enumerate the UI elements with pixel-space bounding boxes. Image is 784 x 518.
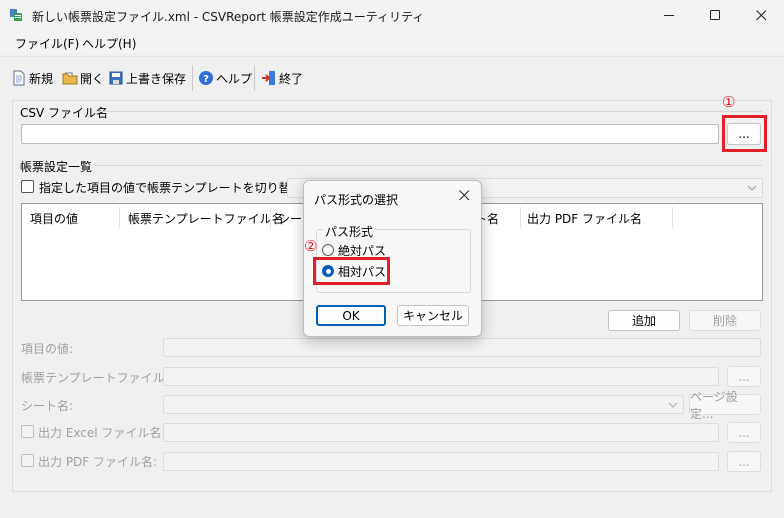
window-title: 新しい帳票設定ファイル.xml - CSVReport 帳票設定作成ユーティリテ… [32, 10, 425, 24]
title-bar: 新しい帳票設定ファイル.xml - CSVReport 帳票設定作成ユーティリテ… [0, 0, 784, 30]
new-document-icon [13, 70, 25, 86]
minimize-icon [663, 14, 674, 16]
column-header-item-value[interactable]: 項目の値 [30, 210, 78, 227]
column-separator[interactable] [672, 207, 673, 229]
pdf-browse-button[interactable]: ... [727, 451, 761, 472]
annotation-box-step1 [722, 115, 767, 152]
maximize-button[interactable] [692, 0, 738, 30]
sheet-label: シート名: [21, 399, 74, 413]
excel-browse-button[interactable]: ... [727, 422, 761, 443]
add-button[interactable]: 追加 [608, 310, 680, 331]
close-button[interactable] [738, 0, 784, 30]
dialog-close-button[interactable] [459, 187, 470, 205]
help-label: ヘルプ [216, 71, 253, 86]
menu-help[interactable]: ヘルプ(H) [82, 35, 136, 52]
csv-file-input[interactable] [21, 124, 719, 144]
template-browse-button[interactable]: ... [727, 366, 761, 387]
sheet-select[interactable] [163, 395, 684, 414]
column-header-pdf[interactable]: 出力 PDF ファイル名 [527, 210, 642, 227]
close-icon [755, 9, 766, 20]
menu-file[interactable]: ファイル(F) [15, 35, 79, 52]
chevron-down-icon [747, 185, 757, 191]
pdf-output-input[interactable] [163, 452, 719, 471]
column-header-template[interactable]: 帳票テンプレートファイル名 [128, 210, 284, 227]
annotation-step1: ① [722, 93, 736, 111]
svg-text:?: ? [203, 74, 209, 85]
toolbar-separator [192, 65, 193, 91]
annotation-box-step2 [313, 257, 390, 285]
report-group-label: 帳票設定一覧 [20, 160, 93, 174]
new-label: 新規 [29, 71, 54, 86]
switch-template-checkbox[interactable] [21, 180, 34, 193]
report-group-line [96, 165, 762, 166]
excel-output-input[interactable] [163, 423, 719, 442]
switch-template-label: 指定した項目の値で帳票テンプレートを切り替える: [39, 181, 319, 195]
column-header-sheet[interactable]: シー [278, 210, 302, 227]
close-icon [459, 190, 470, 201]
toolbar: 新規 開く 上書き保存 ? ヘルプ 終了 [0, 56, 784, 96]
save-label: 上書き保存 [126, 71, 187, 86]
help-icon: ? [199, 71, 213, 85]
template-input[interactable] [163, 367, 719, 386]
open-folder-icon [62, 72, 78, 85]
app-icon [10, 9, 22, 21]
pdf-output-label: 出力 PDF ファイル名: [38, 455, 158, 469]
maximize-icon [709, 9, 720, 20]
item-value-input[interactable] [163, 338, 761, 357]
csv-group-label: CSV ファイル名 [20, 106, 109, 120]
pdf-output-checkbox[interactable] [21, 454, 34, 467]
template-label: 帳票テンプレートファイル名: [21, 371, 181, 385]
open-label: 開く [80, 71, 105, 86]
exit-label: 終了 [279, 71, 304, 86]
path-format-group-label: パス形式 [323, 223, 376, 240]
column-separator[interactable] [119, 207, 120, 229]
page-setup-button[interactable]: ページ設定... [689, 390, 761, 421]
absolute-path-radio[interactable] [322, 244, 334, 256]
dialog-title: パス形式の選択 [314, 193, 399, 207]
column-separator[interactable] [270, 207, 271, 229]
annotation-step2: ② [304, 237, 318, 255]
excel-output-label: 出力 Excel ファイル名: [38, 426, 166, 440]
save-button[interactable]: 上書き保存 [108, 69, 186, 87]
help-button[interactable]: ? ヘルプ [198, 69, 252, 87]
ok-button[interactable]: OK [316, 305, 386, 326]
save-icon [109, 71, 123, 85]
item-value-label: 項目の値: [21, 342, 74, 356]
cancel-button[interactable]: キャンセル [397, 305, 469, 326]
exit-icon [262, 71, 275, 85]
new-button[interactable]: 新規 [11, 69, 53, 87]
csv-group-line [96, 111, 762, 112]
exit-button[interactable]: 終了 [261, 69, 303, 87]
toolbar-separator [254, 65, 255, 91]
excel-output-checkbox[interactable] [21, 425, 34, 438]
open-button[interactable]: 開く [62, 69, 104, 87]
menu-bar: ファイル(F) ヘルプ(H) [0, 30, 784, 54]
minimize-button[interactable] [646, 0, 692, 30]
column-separator[interactable] [520, 207, 521, 229]
chevron-down-icon [668, 402, 678, 408]
delete-button[interactable]: 削除 [689, 310, 761, 331]
